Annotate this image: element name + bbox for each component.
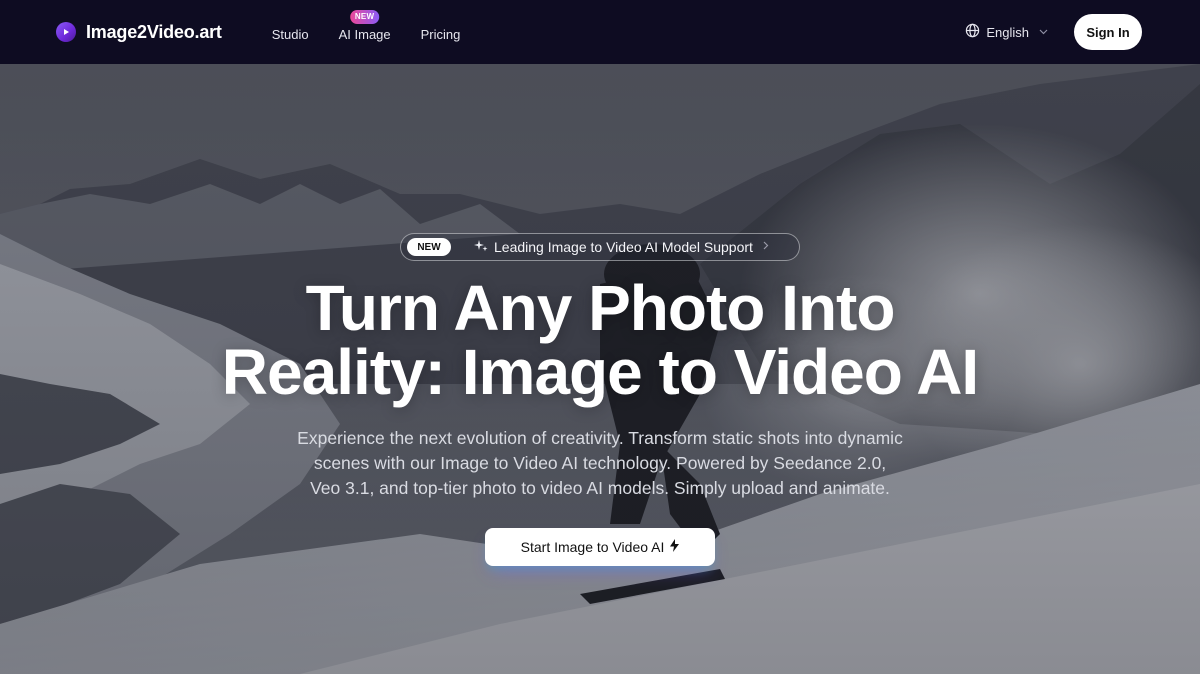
lightning-bolt-icon bbox=[670, 539, 680, 555]
hero-subtitle: Experience the next evolution of creativ… bbox=[270, 426, 930, 501]
hero-subtitle-line-2: scenes with our Image to Video AI techno… bbox=[313, 453, 887, 473]
nav-item-label: Studio bbox=[271, 27, 309, 42]
hero-title: Turn Any Photo Into Reality: Image to Vi… bbox=[0, 276, 1200, 404]
hero-title-line-2: Reality: Image to Video AI bbox=[221, 336, 979, 408]
nav-item-label: AI Image bbox=[338, 27, 391, 42]
hero-section: NEW Leading Image to Video AI Model Supp… bbox=[0, 64, 1200, 674]
logo-text: Image2Video.art bbox=[86, 21, 222, 42]
language-selector[interactable]: English bbox=[965, 23, 1048, 41]
play-circle-icon bbox=[56, 22, 76, 42]
sparkle-icon bbox=[474, 239, 488, 256]
nav-item-pricing[interactable]: Pricing bbox=[406, 26, 476, 44]
announcement-text: Leading Image to Video AI Model Support bbox=[494, 239, 753, 255]
new-badge: NEW bbox=[407, 238, 451, 256]
globe-icon bbox=[965, 23, 980, 41]
new-badge: NEW bbox=[349, 10, 380, 24]
hero-subtitle-line-1: Experience the next evolution of creativ… bbox=[297, 428, 903, 448]
main-nav: Studio NEW AI Image Pricing bbox=[257, 10, 476, 44]
header-actions: English Sign In bbox=[965, 14, 1142, 50]
cta-label: Start Image to Video AI bbox=[520, 539, 665, 555]
sign-in-button[interactable]: Sign In bbox=[1074, 14, 1142, 50]
hero-title-line-1: Turn Any Photo Into bbox=[305, 272, 896, 344]
chevron-down-icon bbox=[1039, 27, 1048, 38]
language-label: English bbox=[986, 24, 1029, 40]
start-image-to-video-button[interactable]: Start Image to Video AI bbox=[485, 528, 715, 566]
chevron-right-icon bbox=[763, 241, 769, 253]
nav-item-studio[interactable]: Studio bbox=[257, 26, 324, 44]
top-navbar: Image2Video.art Studio NEW AI Image Pric… bbox=[0, 0, 1200, 64]
nav-item-ai-image[interactable]: NEW AI Image bbox=[324, 10, 406, 44]
logo[interactable]: Image2Video.art bbox=[56, 22, 222, 43]
nav-item-label: Pricing bbox=[420, 27, 461, 42]
announcement-pill[interactable]: NEW Leading Image to Video AI Model Supp… bbox=[400, 233, 800, 261]
hero-subtitle-line-3: Veo 3.1, and top-tier photo to video AI … bbox=[310, 478, 890, 498]
